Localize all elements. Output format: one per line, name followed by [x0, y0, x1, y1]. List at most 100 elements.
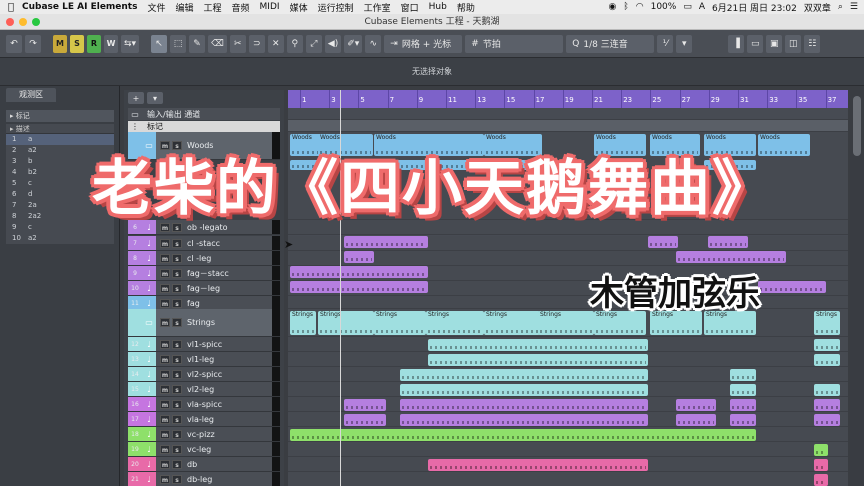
- midi-part[interactable]: [814, 354, 840, 366]
- mute-all-button[interactable]: M: [53, 34, 67, 53]
- left-zone-icon[interactable]: ▐: [728, 34, 745, 53]
- ruler[interactable]: 13579111315171921232527293133353739: [288, 90, 848, 108]
- folder-part[interactable]: Strings: [290, 311, 316, 335]
- solo-button[interactable]: s: [172, 238, 182, 248]
- draw-tool-icon[interactable]: ✎: [189, 34, 206, 53]
- midi-part[interactable]: [730, 384, 756, 396]
- minimize-window-button[interactable]: [19, 18, 27, 26]
- mute-button[interactable]: m: [160, 369, 170, 379]
- battery-icon[interactable]: ▭: [683, 2, 692, 12]
- midi-part[interactable]: [814, 339, 840, 351]
- solo-button[interactable]: s: [172, 339, 182, 349]
- solo-all-button[interactable]: S: [70, 34, 84, 53]
- apple-icon[interactable]: : [0, 2, 22, 13]
- tab-visibility[interactable]: 观测区: [6, 88, 56, 102]
- right-zone-icon[interactable]: ▣: [766, 34, 783, 53]
- midi-part[interactable]: [400, 399, 648, 411]
- mute-button[interactable]: m: [160, 474, 170, 484]
- folder-track[interactable]: ▭ m s Strings: [128, 309, 280, 337]
- marker-track[interactable]: ⋮ 标记: [128, 121, 280, 132]
- zoom-tool-icon[interactable]: ⚲: [286, 34, 303, 53]
- solo-button[interactable]: s: [172, 444, 182, 454]
- undo-icon[interactable]: ↶: [6, 34, 22, 53]
- marker-section-header[interactable]: ▸ 标记: [6, 110, 114, 122]
- midi-part[interactable]: [814, 474, 828, 486]
- read-automation-button[interactable]: R: [87, 34, 101, 53]
- bluetooth-icon[interactable]: ᛒ: [623, 2, 628, 12]
- quantize-menu-icon[interactable]: ▾: [676, 34, 693, 53]
- instrument-track[interactable]: 7 ♩ m s cl -stacc: [128, 236, 280, 251]
- user-menu[interactable]: 双双章: [804, 1, 831, 14]
- midi-part[interactable]: [730, 399, 756, 411]
- midi-part[interactable]: [400, 384, 648, 396]
- midi-part[interactable]: [428, 459, 648, 471]
- folder-part[interactable]: Strings: [374, 311, 426, 335]
- select-tool-icon[interactable]: ↖: [151, 34, 168, 53]
- menu-project[interactable]: 工程: [204, 1, 222, 14]
- solo-button[interactable]: s: [172, 354, 182, 364]
- snap-mode-select[interactable]: ⇥ 网格 + 光标: [384, 34, 463, 53]
- automation-mode-icon[interactable]: ⇆▾: [121, 34, 140, 53]
- menu-studio[interactable]: 工作室: [364, 1, 391, 14]
- snap-toggle-icon[interactable]: ∿: [365, 34, 382, 53]
- mute-button[interactable]: m: [160, 399, 170, 409]
- track-lane[interactable]: [288, 442, 848, 457]
- folder-part[interactable]: Strings: [814, 311, 840, 335]
- mute-button[interactable]: m: [160, 444, 170, 454]
- midi-part[interactable]: [344, 414, 386, 426]
- instrument-track[interactable]: 18 ♩ m s vc-pizz: [128, 427, 280, 442]
- midi-part[interactable]: [814, 384, 840, 396]
- folder-part[interactable]: Strings: [318, 311, 374, 335]
- menu-midi[interactable]: MIDI: [260, 2, 280, 12]
- midi-part[interactable]: [428, 354, 648, 366]
- solo-button[interactable]: s: [172, 283, 182, 293]
- mute-button[interactable]: m: [160, 459, 170, 469]
- menu-hub[interactable]: Hub: [429, 2, 447, 12]
- mixer-icon[interactable]: ☷: [804, 34, 821, 53]
- solo-button[interactable]: s: [172, 298, 182, 308]
- midi-part[interactable]: [676, 414, 716, 426]
- mute-button[interactable]: m: [160, 238, 170, 248]
- line-tool-icon[interactable]: ⤢: [305, 34, 322, 53]
- grid-type-select[interactable]: # 节拍: [465, 34, 564, 53]
- quantize-select[interactable]: Q 1/8 三连音: [566, 34, 655, 53]
- midi-part[interactable]: [290, 266, 428, 278]
- instrument-track[interactable]: 16 ♩ m s vla-spicc: [128, 397, 280, 412]
- close-window-button[interactable]: [6, 18, 14, 26]
- solo-button[interactable]: s: [172, 429, 182, 439]
- menu-file[interactable]: 文件: [147, 1, 165, 14]
- siri-icon[interactable]: ◉: [608, 2, 616, 12]
- track-menu-icon[interactable]: ▾: [147, 92, 163, 104]
- midi-part[interactable]: [814, 444, 828, 456]
- write-automation-button[interactable]: W: [104, 34, 118, 53]
- midi-part[interactable]: [344, 399, 386, 411]
- solo-button[interactable]: s: [172, 318, 182, 327]
- mute-button[interactable]: m: [160, 384, 170, 394]
- glue-tool-icon[interactable]: ⊃: [248, 34, 265, 53]
- midi-part[interactable]: [344, 251, 374, 263]
- midi-part[interactable]: [428, 339, 648, 351]
- erase-tool-icon[interactable]: ⌫: [208, 34, 227, 53]
- clock[interactable]: 6月21日 周日 23:02: [712, 1, 797, 14]
- menu-transport[interactable]: 运行控制: [318, 1, 354, 14]
- instrument-track[interactable]: 9 ♩ m s fag－stacc: [128, 266, 280, 281]
- mute-button[interactable]: m: [160, 298, 170, 308]
- mute-button[interactable]: m: [160, 253, 170, 263]
- midi-part[interactable]: [676, 251, 786, 263]
- menu-audio[interactable]: 音频: [232, 1, 250, 14]
- track-lane[interactable]: [288, 120, 848, 132]
- mute-button[interactable]: m: [160, 339, 170, 349]
- midi-part[interactable]: [814, 459, 828, 471]
- iterative-quantize-icon[interactable]: ⅟: [657, 34, 674, 53]
- mute-button[interactable]: m: [160, 414, 170, 424]
- midi-part[interactable]: [676, 399, 716, 411]
- instrument-track[interactable]: 14 ♩ m s vl2-spicc: [128, 367, 280, 382]
- menu-edit[interactable]: 编辑: [176, 1, 194, 14]
- zoom-window-button[interactable]: [32, 18, 40, 26]
- mute-button[interactable]: m: [160, 268, 170, 278]
- instrument-track[interactable]: 15 ♩ m s vl2-leg: [128, 382, 280, 397]
- redo-icon[interactable]: ↷: [25, 34, 41, 53]
- instrument-track[interactable]: 21 ♩ m s db-leg: [128, 472, 280, 486]
- menu-help[interactable]: 帮助: [457, 1, 475, 14]
- track-lane[interactable]: [288, 472, 848, 486]
